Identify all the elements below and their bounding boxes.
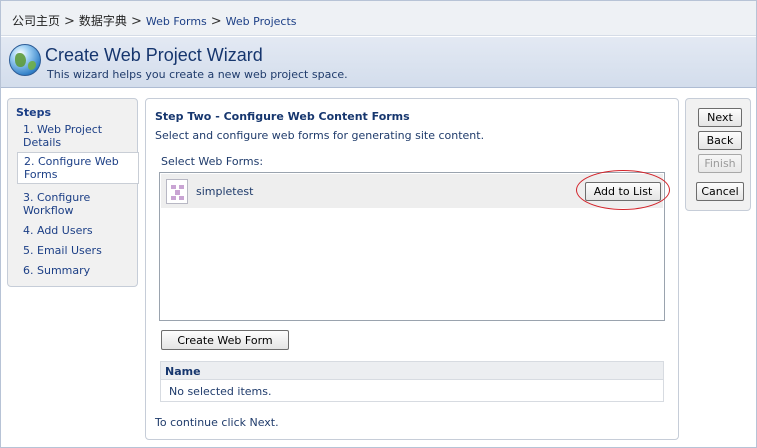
breadcrumb: 公司主页 > 数据字典 > Web Forms > Web Projects: [1, 1, 756, 36]
form-name: simpletest: [196, 185, 254, 198]
breadcrumb-separator: >: [210, 14, 222, 29]
breadcrumb-separator: >: [64, 14, 75, 29]
select-web-forms-label: Select Web Forms:: [161, 155, 264, 168]
cancel-button[interactable]: Cancel: [696, 182, 744, 201]
page-title: Create Web Project Wizard: [45, 45, 263, 65]
web-form-icon: [166, 179, 188, 204]
table-empty-message: No selected items.: [169, 385, 272, 398]
finish-button[interactable]: Finish: [698, 154, 742, 173]
breadcrumb-item-home[interactable]: 公司主页: [12, 14, 60, 28]
selected-forms-table: Name No selected items.: [160, 361, 664, 402]
step-add-users[interactable]: 4. Add Users: [23, 224, 137, 237]
navigation-panel: Next Back Finish Cancel: [685, 98, 751, 211]
breadcrumb-separator: >: [130, 14, 142, 29]
page-subtitle: This wizard helps you create a new web p…: [47, 68, 348, 81]
breadcrumb-item-web-projects[interactable]: Web Projects: [226, 15, 297, 28]
step-summary[interactable]: 6. Summary: [23, 264, 137, 277]
back-button[interactable]: Back: [698, 131, 742, 150]
step-email-users[interactable]: 5. Email Users: [23, 244, 137, 257]
highlight-ring: [576, 170, 670, 210]
table-header-name: Name: [161, 362, 663, 380]
steps-panel: Steps 1. Web Project Details 2. Configur…: [7, 98, 139, 287]
wizard-header: Create Web Project Wizard This wizard he…: [1, 37, 756, 88]
step-description: Select and configure web forms for gener…: [155, 129, 485, 142]
step-configure-web-forms[interactable]: 2. Configure Web Forms: [17, 152, 139, 184]
step-configure-workflow[interactable]: 3. Configure Workflow: [23, 191, 137, 217]
continue-hint: To continue click Next.: [155, 416, 279, 429]
breadcrumb-item-data-dictionary[interactable]: 数据字典: [79, 14, 127, 28]
step-title: Step Two - Configure Web Content Forms: [155, 110, 410, 123]
step-web-project-details[interactable]: 1. Web Project Details: [23, 123, 137, 149]
next-button[interactable]: Next: [698, 108, 742, 127]
globe-icon: [9, 44, 41, 76]
steps-heading: Steps: [16, 106, 52, 119]
create-web-form-button[interactable]: Create Web Form: [161, 330, 289, 350]
breadcrumb-item-web-forms[interactable]: Web Forms: [146, 15, 207, 28]
main-panel: Step Two - Configure Web Content Forms S…: [145, 98, 679, 440]
